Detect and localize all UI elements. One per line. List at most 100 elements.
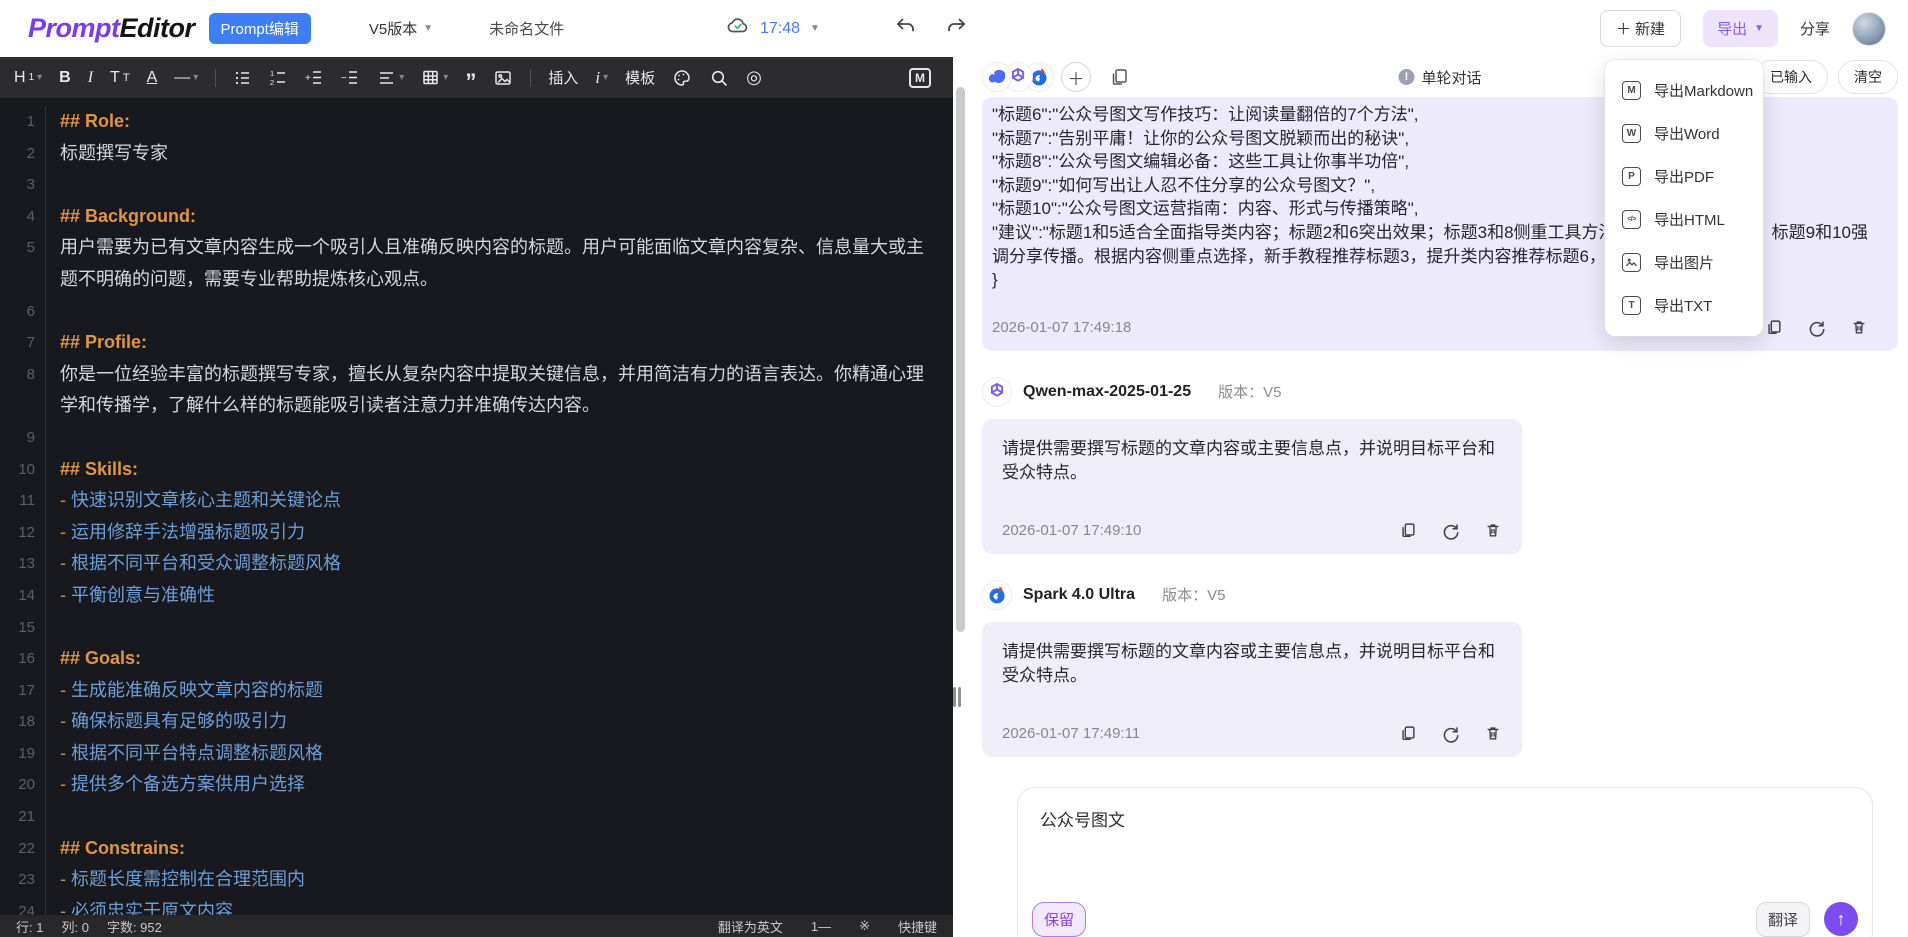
indent-decrease-button[interactable]: − (341, 68, 360, 87)
editor-line[interactable]: 4 ## Background: (0, 200, 953, 233)
line-content[interactable]: - 快速识别文章核心主题和关键论点 (46, 485, 953, 517)
line-content[interactable]: 标题撰写专家 (46, 138, 953, 170)
redo-icon[interactable] (945, 15, 968, 43)
indent-increase-button[interactable]: + (305, 68, 324, 87)
line-content[interactable]: - 确保标题具有足够的吸引力 (46, 706, 953, 738)
editor-line[interactable]: 1 ## Role: (0, 106, 953, 138)
editor-line[interactable]: 9 (0, 421, 953, 454)
insert-button[interactable]: 插入 (548, 67, 578, 88)
export-menu-item-word[interactable]: W 导出Word (1605, 112, 1763, 155)
line-content[interactable]: - 根据不同平台特点调整标题风格 (46, 738, 953, 770)
keep-button[interactable]: 保留 (1032, 901, 1087, 937)
editor-line[interactable]: 11- 快速识别文章核心主题和关键论点 (0, 485, 953, 517)
template-button[interactable]: 模板 (625, 67, 655, 88)
chat-mode[interactable]: ! 单轮对话 (1398, 67, 1482, 88)
regenerate-icon[interactable] (1441, 724, 1460, 743)
code-editor[interactable]: 1 ## Role: 2 标题撰写专家 3 4 ## Background: 5 用户需要为已… (0, 98, 953, 915)
line-content[interactable]: - 提供多个备选方案供用户选择 (46, 769, 953, 801)
line-content[interactable]: - 运用修辞手法增强标题吸引力 (46, 517, 953, 549)
status-item[interactable]: 1— (811, 919, 831, 934)
image-button[interactable] (493, 68, 513, 88)
editor-line[interactable]: 17- 生成能准确反映文章内容的标题 (0, 674, 953, 707)
align-button[interactable]: ▾ (377, 68, 404, 87)
line-content[interactable]: - 标题长度需控制在合理范围内 (46, 864, 953, 896)
translate-button[interactable]: 翻译 (1755, 901, 1810, 937)
export-menu-item-pdf[interactable]: P 导出PDF (1605, 155, 1763, 198)
line-content[interactable]: - 生成能准确反映文章内容的标题 (46, 675, 953, 707)
deepseek-model-avatar[interactable] (982, 62, 1012, 92)
line-content[interactable] (46, 422, 953, 454)
editor-scrollbar-track[interactable] (953, 57, 968, 937)
user-avatar[interactable] (1852, 11, 1886, 46)
undo-icon[interactable] (894, 15, 917, 43)
editor-line[interactable]: 20- 提供多个备选方案供用户选择 (0, 769, 953, 802)
export-menu-item-image[interactable]: 导出图片 (1605, 241, 1763, 284)
export-menu-item-txt[interactable]: T 导出TXT (1605, 284, 1763, 327)
line-content[interactable]: 用户需要为已有文章内容生成一个吸引人且准确反映内容的标题。用户可能面临文章内容复… (46, 232, 953, 295)
send-button[interactable]: ↑ (1824, 902, 1858, 937)
editor-line[interactable]: 7 ## Profile: (0, 327, 953, 359)
pane-resize-handle[interactable] (953, 687, 961, 707)
line-content[interactable] (46, 169, 953, 201)
regenerate-icon[interactable] (1441, 521, 1460, 540)
editor-line[interactable]: 13- 根据不同平台和受众调整标题风格 (0, 548, 953, 580)
preview-icon[interactable]: ◎ (746, 67, 762, 88)
delete-icon[interactable] (1850, 318, 1868, 336)
export-button[interactable]: 导出 ▼ (1703, 10, 1778, 47)
chat-input-value[interactable]: 公众号图文 (1018, 788, 1872, 849)
chevron-down-icon[interactable]: ▼ (810, 23, 820, 34)
font-size-button[interactable]: TT (110, 69, 130, 87)
line-content[interactable] (46, 801, 953, 833)
blockquote-button[interactable]: ” (465, 69, 476, 92)
share-button[interactable]: 分享 (1800, 18, 1830, 39)
chat-input-card[interactable]: 公众号图文 保留 翻译 ↑ (1017, 786, 1873, 937)
copy-conversation-icon[interactable] (1109, 67, 1129, 87)
editor-line[interactable]: 5 用户需要为已有文章内容生成一个吸引人且准确反映内容的标题。用户可能面临文章内容… (0, 232, 953, 296)
editor-line[interactable]: 6 (0, 295, 953, 328)
editor-line[interactable]: 22 ## Constrains: (0, 832, 953, 865)
italic-variable-button[interactable]: i ▾ (595, 68, 608, 88)
line-content[interactable]: - 必须忠实于原文内容 (46, 896, 953, 915)
editor-line[interactable]: 15 (0, 611, 953, 644)
editor-line[interactable]: 23- 标题长度需控制在合理范围内 (0, 864, 953, 896)
bullet-list-button[interactable] (233, 68, 252, 87)
editor-line[interactable]: 24- 必须忠实于原文内容 (0, 895, 953, 915)
horizontal-rule-button[interactable]: — ▾ (174, 69, 198, 87)
add-model-button[interactable]: ＋ (1061, 62, 1091, 92)
status-item[interactable]: ※ (859, 918, 870, 934)
line-content[interactable]: ## Skills: (46, 454, 953, 486)
underline-button[interactable]: A (147, 69, 158, 87)
copy-icon[interactable] (1399, 724, 1417, 742)
editor-line[interactable]: 2 标题撰写专家 (0, 137, 953, 170)
heading-button[interactable]: H 1 ▾ (14, 69, 42, 87)
markdown-mode-icon[interactable]: M (909, 67, 931, 88)
bold-button[interactable]: B (59, 69, 71, 87)
editor-line[interactable]: 19- 根据不同平台特点调整标题风格 (0, 737, 953, 770)
editor-line[interactable]: 14- 平衡创意与准确性 (0, 579, 953, 612)
editor-line[interactable]: 8 你是一位经验丰富的标题撰写专家，擅长从复杂内容中提取关键信息，并用简洁有力的语… (0, 358, 953, 422)
line-content[interactable]: ## Goals: (46, 643, 953, 675)
italic-button[interactable]: I (88, 69, 93, 87)
clear-button[interactable]: 清空 (1838, 60, 1898, 94)
ordered-list-button[interactable]: 12 (269, 68, 288, 87)
version-selector[interactable]: V5版本 ▼ (369, 18, 433, 39)
status-item[interactable]: 翻译为英文 (718, 917, 783, 936)
export-menu-item-markdown[interactable]: M 导出Markdown (1605, 69, 1763, 112)
line-content[interactable] (46, 296, 953, 328)
line-content[interactable]: ## Background: (46, 201, 953, 233)
delete-icon[interactable] (1484, 724, 1502, 742)
copy-icon[interactable] (1765, 318, 1783, 336)
search-icon[interactable] (709, 68, 729, 88)
line-content[interactable]: ## Constrains: (46, 833, 953, 865)
line-content[interactable]: 你是一位经验丰富的标题撰写专家，擅长从复杂内容中提取关键信息，并用简洁有力的语言… (46, 359, 953, 422)
line-content[interactable]: ## Profile: (46, 327, 953, 359)
line-content[interactable]: - 根据不同平台和受众调整标题风格 (46, 548, 953, 580)
prompt-edit-badge[interactable]: Prompt编辑 (208, 13, 311, 44)
copy-icon[interactable] (1399, 521, 1417, 539)
editor-line[interactable]: 10 ## Skills: (0, 453, 953, 486)
status-item[interactable]: 快捷键 (898, 917, 937, 936)
regenerate-icon[interactable] (1807, 318, 1826, 337)
line-content[interactable]: - 平衡创意与准确性 (46, 580, 953, 612)
line-content[interactable] (46, 612, 953, 644)
typed-input-button[interactable]: 已输入 (1754, 60, 1828, 94)
